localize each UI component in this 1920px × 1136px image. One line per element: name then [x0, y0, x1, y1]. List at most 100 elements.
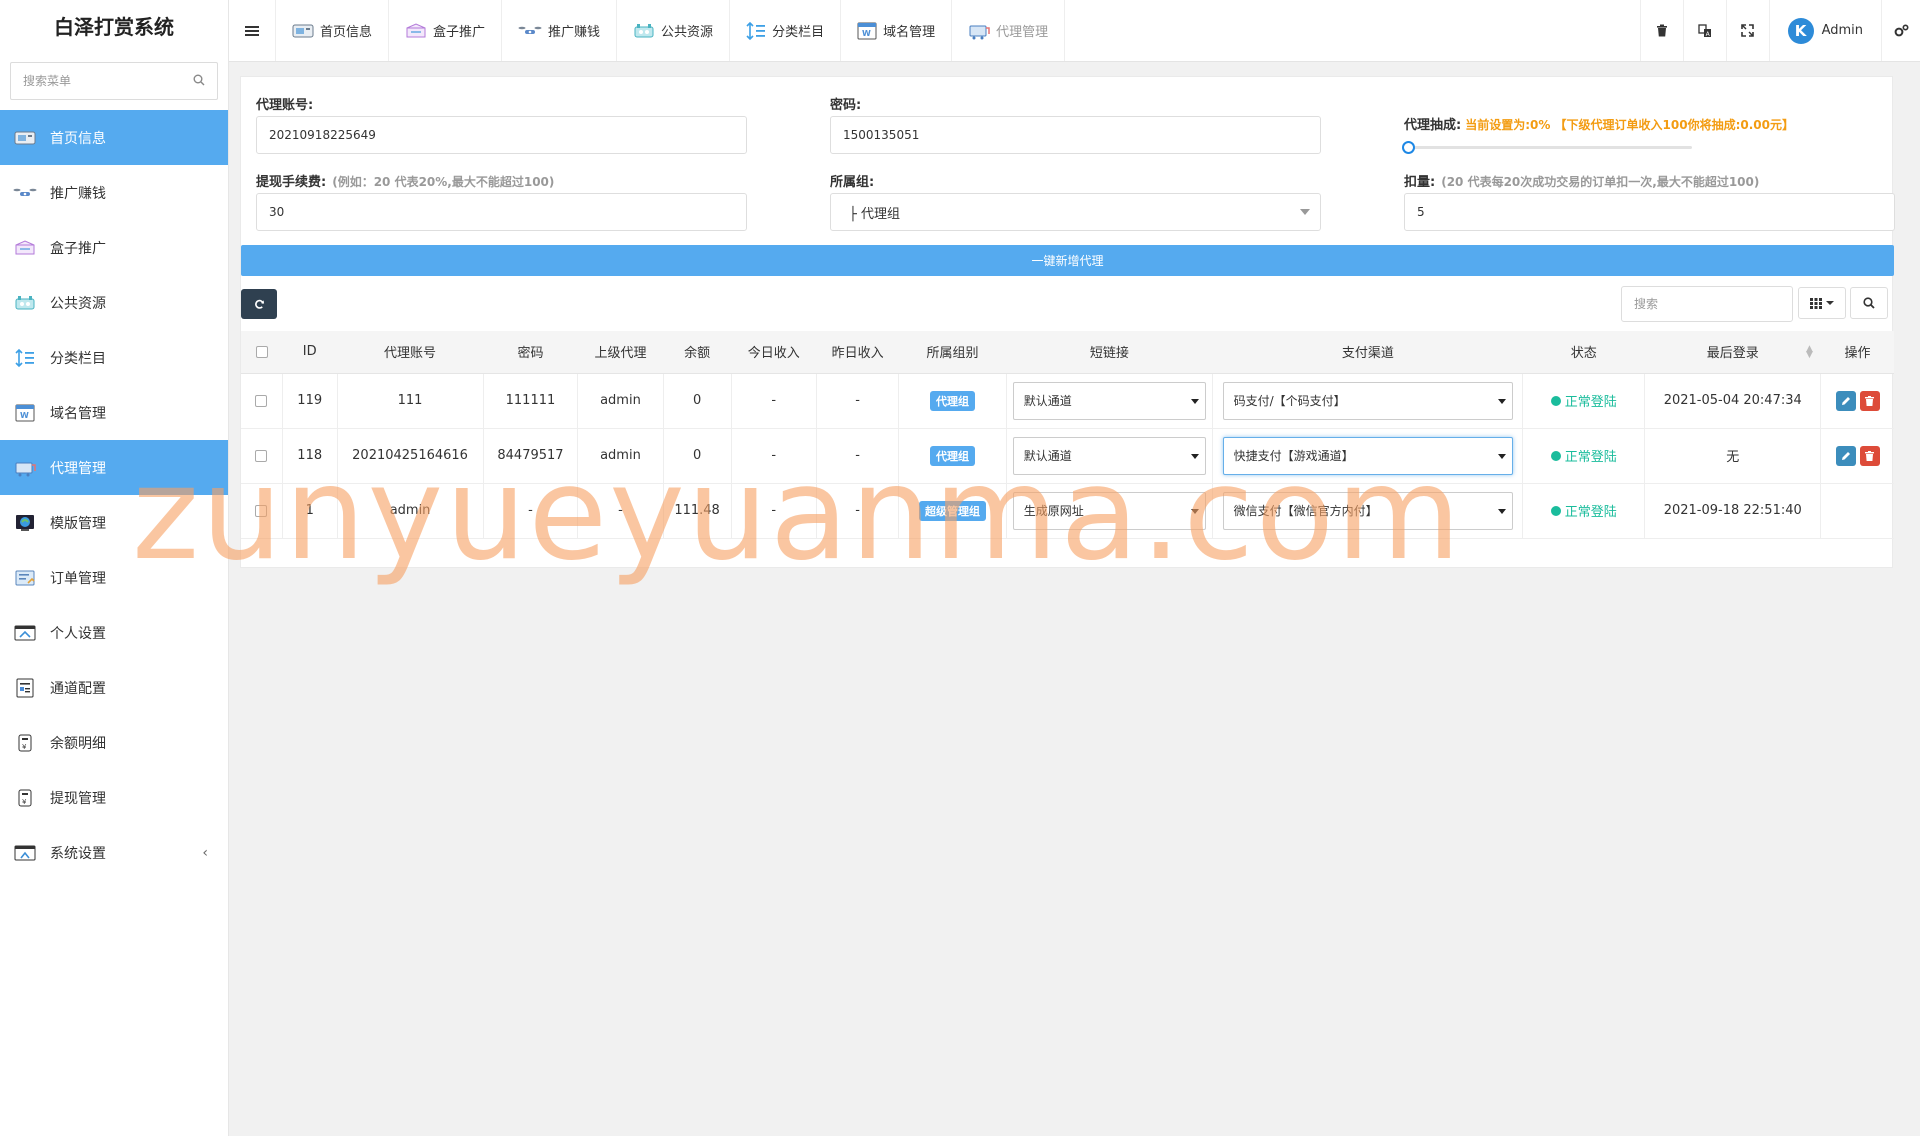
shortlink-select[interactable]: 默认通道: [1012, 436, 1207, 475]
refresh-button[interactable]: [241, 289, 277, 319]
header-today[interactable]: 今日收入: [731, 331, 817, 374]
search-icon[interactable]: [193, 74, 205, 90]
sort-icon[interactable]: ▲ ▼: [1806, 345, 1813, 360]
group-label: 所属组:: [830, 175, 875, 190]
header-account[interactable]: 代理账号: [337, 331, 484, 374]
agent-icon: [12, 458, 38, 478]
header-last-login[interactable]: 最后登录 ▲ ▼: [1644, 331, 1821, 374]
account-label: 代理账号:: [256, 98, 314, 113]
sidebar-item-5[interactable]: W 域名管理: [0, 385, 228, 440]
sidebar-item-10[interactable]: 通道配置: [0, 660, 228, 715]
topbar: 首页信息 盒子推广 推广赚钱 公共资源 分类栏目 W 域名管理 代理管理 A K Admin: [229, 0, 1920, 62]
table-search-input[interactable]: [1621, 286, 1793, 322]
caret-down-icon: [1498, 398, 1507, 404]
dashboard-icon: [292, 24, 314, 38]
sidebar-item-3[interactable]: 公共资源: [0, 275, 228, 330]
cell-actions: [1820, 428, 1894, 484]
top-tab-2[interactable]: 推广赚钱: [501, 0, 616, 61]
header-balance[interactable]: 余额: [663, 331, 732, 374]
header-parent[interactable]: 上级代理: [577, 331, 664, 374]
header-yesterday[interactable]: 昨日收入: [816, 331, 899, 374]
gears-icon[interactable]: [1882, 0, 1920, 61]
top-tab-4[interactable]: 分类栏目: [729, 0, 840, 61]
caret-down-icon: [1191, 398, 1200, 404]
sidebar-item-label: 通道配置: [50, 680, 106, 697]
sidebar-item-0[interactable]: 首页信息: [0, 110, 228, 165]
domain-icon: W: [857, 22, 877, 40]
table-row: 118 20210425164616 84479517 admin 0- - 代理组 默认通道…: [241, 428, 1894, 484]
status-badge: 正常登陆: [1550, 391, 1617, 410]
delete-icon[interactable]: [1859, 445, 1880, 466]
columns-toggle-button[interactable]: [1798, 287, 1846, 319]
cell-today: -: [731, 373, 817, 429]
add-agent-button[interactable]: 一键新增代理: [241, 245, 1894, 276]
menu-toggle-icon[interactable]: [229, 0, 275, 61]
search-button[interactable]: [1850, 287, 1888, 319]
cell-channel: 微信支付【微信官方内付】: [1212, 483, 1524, 539]
domain-icon: W: [12, 403, 38, 423]
sidebar-item-9[interactable]: 个人设置: [0, 605, 228, 660]
menu-search-input[interactable]: [11, 63, 217, 99]
channel-select[interactable]: 快捷支付【游戏通道】: [1222, 436, 1514, 475]
row-checkbox[interactable]: [255, 394, 268, 407]
sidebar-item-8[interactable]: 订单管理: [0, 550, 228, 605]
header-actions: 操作: [1820, 331, 1894, 374]
sidebar-item-label: 推广赚钱: [50, 185, 106, 202]
group-select[interactable]: ├ 代理组: [830, 193, 1321, 231]
group-badge: 代理组: [930, 445, 975, 466]
commission-hint: 当前设置为:0% 【下级代理订单收入100你将抽成:0.00元】: [1465, 118, 1795, 132]
header-group[interactable]: 所属组别: [898, 331, 1007, 374]
admin-menu[interactable]: K Admin: [1768, 0, 1882, 61]
translate-icon[interactable]: A: [1682, 0, 1726, 61]
channel-select[interactable]: 微信支付【微信官方内付】: [1222, 491, 1514, 530]
cell-parent: admin: [577, 373, 664, 429]
agent-icon: [968, 22, 990, 40]
cell-last-login: 2021-09-18 22:51:40: [1644, 483, 1822, 539]
delete-icon[interactable]: [1859, 390, 1880, 411]
sidebar-item-label: 系统设置: [50, 845, 106, 862]
sidebar-item-4[interactable]: 分类栏目: [0, 330, 228, 385]
sidebar-item-6[interactable]: 代理管理: [0, 440, 228, 495]
header-channel[interactable]: 支付渠道: [1212, 331, 1523, 374]
top-tab-3[interactable]: 公共资源: [616, 0, 729, 61]
password-input[interactable]: [830, 116, 1321, 154]
edit-icon[interactable]: [1835, 390, 1856, 411]
account-input[interactable]: [256, 116, 747, 154]
sidebar-item-13[interactable]: 系统设置 ‹: [0, 825, 228, 880]
header-shortlink[interactable]: 短链接: [1006, 331, 1213, 374]
shortlink-select[interactable]: 默认通道: [1012, 381, 1207, 420]
template-icon: [12, 513, 38, 533]
svg-text:W: W: [862, 29, 871, 38]
header-password[interactable]: 密码: [483, 331, 578, 374]
sidebar-item-7[interactable]: 模版管理: [0, 495, 228, 550]
sidebar-item-label: 提现管理: [50, 790, 106, 807]
row-select-cell: [241, 373, 283, 429]
select-all-checkbox[interactable]: [255, 345, 268, 358]
top-tab-label: 域名管理: [883, 25, 936, 40]
top-tab-0[interactable]: 首页信息: [275, 0, 388, 61]
sidebar-item-2[interactable]: 盒子推广: [0, 220, 228, 275]
trash-icon[interactable]: [1639, 0, 1683, 61]
commission-slider[interactable]: [1402, 141, 1692, 155]
fee-input[interactable]: [256, 193, 747, 231]
top-tab-6[interactable]: 代理管理: [951, 0, 1066, 61]
sidebar-item-1[interactable]: 推广赚钱: [0, 165, 228, 220]
top-tab-5[interactable]: W 域名管理: [840, 0, 951, 61]
edit-icon[interactable]: [1835, 445, 1856, 466]
cell-status: 正常登陆: [1522, 428, 1646, 484]
chevron-left-icon[interactable]: ‹: [202, 845, 208, 861]
channel-select[interactable]: 码支付/【个码支付】: [1222, 381, 1514, 420]
row-checkbox[interactable]: [255, 504, 268, 517]
fullscreen-icon[interactable]: [1725, 0, 1769, 61]
top-tab-1[interactable]: 盒子推广: [388, 0, 501, 61]
row-checkbox[interactable]: [255, 449, 268, 462]
slider-handle[interactable]: [1402, 141, 1415, 154]
shortlink-select[interactable]: 生成原网址: [1012, 491, 1207, 530]
sidebar-item-11[interactable]: ¥ 余额明细: [0, 715, 228, 770]
cell-shortlink: 生成原网址: [1006, 483, 1214, 539]
deduct-input[interactable]: [1404, 193, 1895, 231]
sidebar-item-12[interactable]: ¥ 提现管理: [0, 770, 228, 825]
cell-id: 119: [282, 373, 338, 429]
header-id[interactable]: ID: [282, 331, 338, 374]
header-status[interactable]: 状态: [1522, 331, 1645, 374]
